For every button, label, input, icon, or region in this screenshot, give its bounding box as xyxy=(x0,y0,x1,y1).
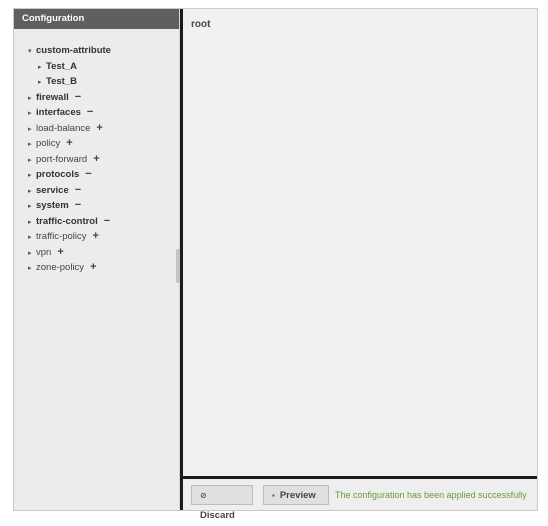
add-icon[interactable]: + xyxy=(66,136,72,152)
caret-right-icon[interactable]: ▸ xyxy=(28,106,36,122)
add-icon[interactable]: + xyxy=(93,152,99,168)
tree-node-label: policy xyxy=(36,138,61,149)
save-icon: ▪ xyxy=(272,491,275,500)
caret-right-icon[interactable]: ▸ xyxy=(28,215,36,231)
tree-node-label: Test_B xyxy=(46,76,77,87)
add-icon[interactable]: + xyxy=(57,245,63,261)
caret-right-icon[interactable]: ▸ xyxy=(28,230,36,246)
caret-right-icon[interactable]: ▸ xyxy=(38,60,46,76)
preview-button[interactable]: ▪ Preview xyxy=(263,485,329,505)
tree-node-label: traffic-control xyxy=(36,215,98,227)
sidebar-title: Configuration xyxy=(14,9,179,29)
action-footer: ⊘ Discard ▪ Preview The configuration has … xyxy=(183,476,537,521)
config-sidebar: Configuration ▾ custom-attribute ▸ Test_A ▸ T… xyxy=(14,9,180,510)
discard-button[interactable]: ⊘ Discard xyxy=(191,485,253,521)
tree-node[interactable]: ▸ protocols − xyxy=(14,167,179,183)
remove-icon[interactable]: − xyxy=(75,183,81,199)
tree-node[interactable]: ▸ system − xyxy=(14,198,179,214)
tree-node-label: custom-attribute xyxy=(36,45,111,56)
remove-icon[interactable]: − xyxy=(75,90,81,106)
tree-node[interactable]: ▸ traffic-control − xyxy=(14,214,179,230)
caret-right-icon[interactable]: ▸ xyxy=(28,168,36,184)
caret-right-icon[interactable]: ▸ xyxy=(28,91,36,107)
caret-right-icon[interactable]: ▸ xyxy=(28,261,36,277)
tree-node[interactable]: ▾ custom-attribute xyxy=(14,43,179,59)
tree-node[interactable]: ▸ zone-policy + xyxy=(14,260,179,276)
main-panel: root ⊘ Discard ▪ Preview The configuration… xyxy=(180,9,537,521)
caret-right-icon[interactable]: ▸ xyxy=(38,75,46,91)
tree-node-label: zone-policy xyxy=(36,262,85,273)
tree-node[interactable]: ▸ interfaces − xyxy=(14,105,179,121)
add-icon[interactable]: + xyxy=(96,121,102,137)
tree-node[interactable]: ▸ firewall − xyxy=(14,90,179,106)
tree-node-label: service xyxy=(36,184,69,196)
remove-icon[interactable]: − xyxy=(87,105,93,121)
caret-right-icon[interactable]: ▸ xyxy=(28,199,36,215)
tree-node-label: traffic-policy xyxy=(36,231,87,242)
remove-icon[interactable]: − xyxy=(104,214,110,230)
tree-node-label: port-forward xyxy=(36,153,88,165)
tree-node[interactable]: ▸ Test_B xyxy=(14,74,179,90)
tree-node-label: system xyxy=(36,200,69,211)
status-message: The configuration has been applied succe… xyxy=(335,490,527,500)
tree-node[interactable]: ▸ service − xyxy=(14,183,179,199)
add-icon[interactable]: + xyxy=(93,229,99,245)
caret-right-icon[interactable]: ▸ xyxy=(28,184,36,200)
tree-node-label: vpn xyxy=(36,246,52,258)
add-icon[interactable]: + xyxy=(90,260,96,276)
caret-right-icon[interactable]: ▸ xyxy=(28,246,36,262)
preview-label: Preview xyxy=(279,490,316,501)
tree-node[interactable]: ▸ Test_A xyxy=(14,59,179,75)
tree-node-label: Test_A xyxy=(46,60,77,72)
caret-down-icon[interactable]: ▾ xyxy=(28,44,36,60)
caret-right-icon[interactable]: ▸ xyxy=(28,122,36,138)
caret-right-icon[interactable]: ▸ xyxy=(28,137,36,153)
tree-node[interactable]: ▸ vpn + xyxy=(14,245,179,261)
caret-right-icon[interactable]: ▸ xyxy=(28,153,36,169)
tree-node[interactable]: ▸ policy + xyxy=(14,136,179,152)
config-tree: ▾ custom-attribute ▸ Test_A ▸ Test_B ▸ firewall… xyxy=(14,29,179,276)
tree-node-label: load-balance xyxy=(36,122,91,134)
tree-node-label: firewall xyxy=(36,91,69,103)
remove-icon[interactable]: − xyxy=(75,198,81,214)
tree-node-label: interfaces xyxy=(36,107,81,118)
tree-node[interactable]: ▸ load-balance + xyxy=(14,121,179,137)
main-title: root xyxy=(191,19,211,30)
tree-node-label: protocols xyxy=(36,169,80,180)
discard-label: Discard xyxy=(200,510,235,521)
config-window: Configuration ▾ custom-attribute ▸ Test_A ▸ T… xyxy=(13,8,538,521)
discard-icon: ⊘ xyxy=(200,491,207,500)
remove-icon[interactable]: − xyxy=(85,167,91,183)
tree-node[interactable]: ▸ port-forward + xyxy=(14,152,179,168)
tree-node[interactable]: ▸ traffic-policy + xyxy=(14,229,179,245)
